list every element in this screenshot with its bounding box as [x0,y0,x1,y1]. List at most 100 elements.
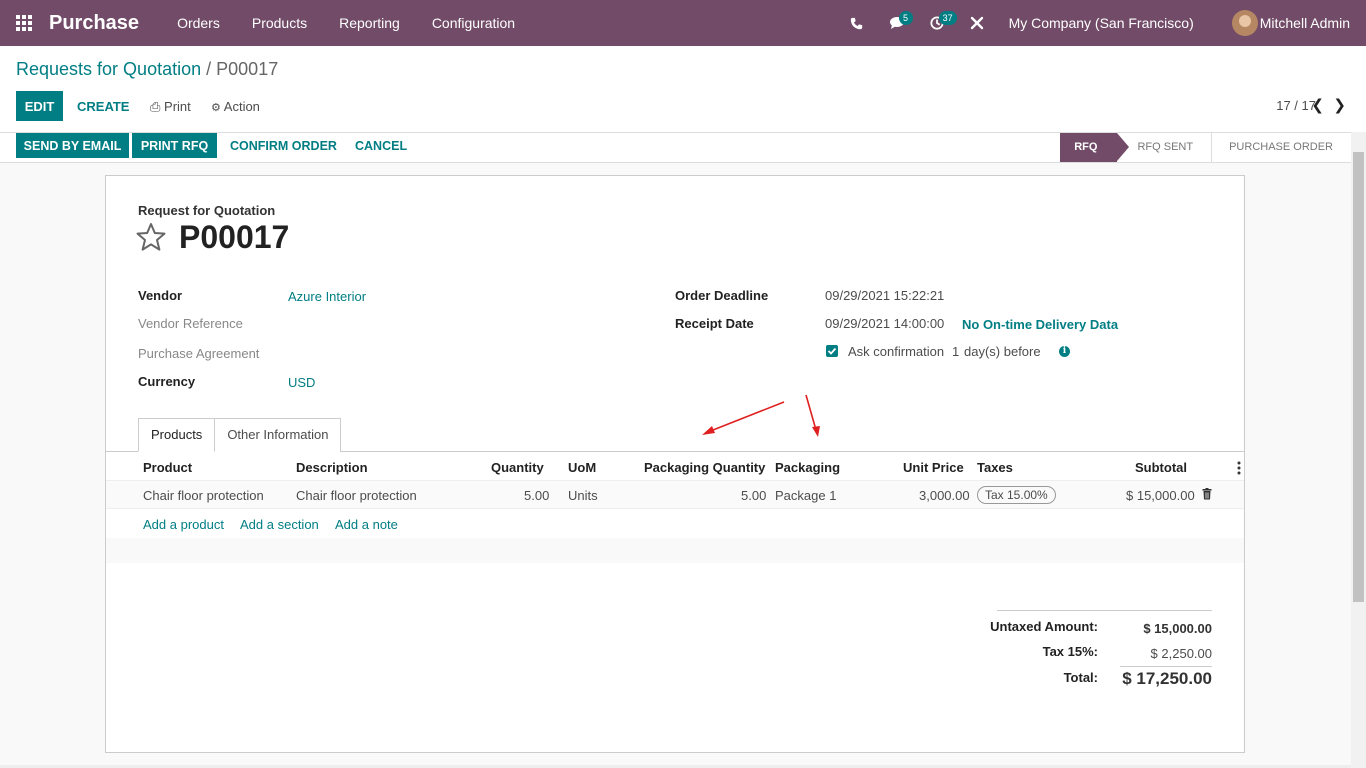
action-label: Action [223,99,260,114]
app-name[interactable]: Purchase [49,12,139,35]
print-icon: ⎙ [150,99,161,114]
document-type-label: Request for Quotation [138,203,276,218]
ask-confirmation-checkbox[interactable] [826,345,838,357]
confirm-order-button[interactable]: CONFIRM ORDER [230,139,337,153]
pager-value[interactable]: 17 / 17 [1276,98,1316,113]
pager-previous-icon[interactable]: ❮ [1311,96,1324,114]
breadcrumb-parent[interactable]: Requests for Quotation [16,59,201,79]
status-bar: SEND BY EMAIL PRINT RFQ CONFIRM ORDER CA… [0,132,1351,163]
company-switcher[interactable]: My Company (San Francisco) [1009,15,1194,31]
cell-packaging-quantity[interactable]: 5.00 [741,488,766,503]
phone-icon[interactable] [837,0,877,46]
col-packaging[interactable]: Packaging [775,460,840,475]
action-dropdown[interactable]: ⚙ Action [211,99,260,114]
col-uom[interactable]: UoM [568,460,596,475]
user-avatar[interactable] [1231,10,1258,36]
breadcrumb: Requests for Quotation / P00017 [16,59,278,80]
total-value: $ 17,250.00 [1122,669,1212,688]
currency-label: Currency [138,374,196,389]
menu-products[interactable]: Products [236,0,323,46]
ontime-delivery-status: No On-time Delivery Data [962,317,1119,332]
optional-columns-icon[interactable] [1237,461,1241,475]
check-icon [827,347,837,355]
top-navbar: Purchase Orders Products Reporting Confi… [0,0,1366,46]
add-product-link[interactable]: Add a product [143,517,224,532]
cell-packaging[interactable]: Package 1 [775,488,836,503]
col-quantity[interactable]: Quantity [491,460,544,475]
col-unit-price[interactable]: Unit Price [903,460,964,475]
totals-top-divider [997,610,1212,611]
form-sheet: Request for Quotation P00017 Vendor Azur… [105,175,1245,753]
print-label: Print [164,99,191,114]
stage-pipeline: RFQ RFQ SENT PURCHASE ORDER [1060,133,1351,162]
cancel-button[interactable]: CANCEL [355,139,407,153]
tax-label: Tax 15%: [1042,644,1098,659]
page-scrollbar[interactable] [1351,132,1366,768]
send-by-email-button[interactable]: SEND BY EMAIL [16,133,129,158]
add-section-link[interactable]: Add a section [240,517,319,532]
menu-configuration[interactable]: Configuration [416,0,531,46]
vendor-field[interactable]: Azure Interior [288,289,366,304]
add-note-link[interactable]: Add a note [335,517,398,532]
cell-quantity[interactable]: 5.00 [524,488,549,503]
cell-description[interactable]: Chair floor protection [296,488,417,503]
totals-divider [1120,666,1212,667]
order-deadline-label: Order Deadline [675,288,769,303]
control-panel: Requests for Quotation / P00017 EDIT CRE… [0,46,1366,132]
debug-tools-icon[interactable] [957,0,997,46]
ask-confirmation-suffix: day(s) before [964,344,1041,359]
favorite-star-icon[interactable] [136,222,166,252]
record-title: P00017 [179,219,290,255]
menu-reporting[interactable]: Reporting [323,0,416,46]
info-icon[interactable]: i [1059,346,1070,357]
stage-purchase-order[interactable]: PURCHASE ORDER [1211,133,1351,162]
col-subtotal[interactable]: Subtotal [1135,460,1187,475]
edit-button[interactable]: EDIT [16,91,63,121]
scrollbar-thumb[interactable] [1353,152,1364,602]
menu-orders[interactable]: Orders [161,0,236,46]
stage-rfq-sent[interactable]: RFQ SENT [1117,133,1211,162]
col-description[interactable]: Description [296,460,368,475]
breadcrumb-separator: / [206,59,212,79]
table-row[interactable] [106,480,1244,509]
col-taxes[interactable]: Taxes [977,460,1013,475]
receipt-date-field[interactable]: 09/29/2021 14:00:00 [825,316,944,331]
ask-confirmation-days[interactable]: 1 [952,344,959,359]
tax-badge[interactable]: Tax 15.00% [977,486,1056,504]
breadcrumb-current: P00017 [216,59,279,79]
col-packaging-quantity[interactable]: Packaging Quantity [644,460,765,475]
create-button[interactable]: CREATE [77,99,129,114]
activities-icon[interactable]: 37 [917,0,957,46]
trash-icon[interactable] [1202,488,1212,500]
order-deadline-field[interactable]: 09/29/2021 15:22:21 [825,288,944,303]
print-dropdown[interactable]: ⎙ Print [150,99,191,115]
ask-confirmation-label: Ask confirmation [848,344,945,359]
tax-value: $ 2,250.00 [1150,646,1212,661]
untaxed-amount-value: $ 15,000.00 [1143,621,1212,636]
purchase-agreement-label: Purchase Agreement [138,346,260,361]
untaxed-amount-label: Untaxed Amount: [990,619,1098,634]
cell-product[interactable]: Chair floor protection [143,488,264,503]
receipt-date-label: Receipt Date [675,316,754,331]
print-rfq-button[interactable]: PRINT RFQ [132,133,217,158]
apps-menu-icon[interactable] [0,0,48,46]
vendor-label: Vendor [138,288,183,303]
pager-next-icon[interactable]: ❯ [1333,96,1346,114]
tab-other-information[interactable]: Other Information [214,418,342,452]
cell-unit-price[interactable]: 3,000.00 [919,488,970,503]
stage-rfq[interactable]: RFQ [1060,133,1130,162]
empty-row [106,538,1244,563]
activities-badge: 37 [938,11,957,25]
cell-uom[interactable]: Units [568,488,598,503]
messages-icon[interactable]: 5 [877,0,917,46]
currency-field[interactable]: USD [288,375,315,390]
vendor-reference-label: Vendor Reference [138,316,243,331]
col-product[interactable]: Product [143,460,192,475]
cell-subtotal: $ 15,000.00 [1126,488,1195,503]
tab-products[interactable]: Products [138,418,216,452]
messages-badge: 5 [898,11,913,25]
user-menu[interactable]: Mitchell Admin [1260,15,1350,31]
annotation-arrows [702,394,820,437]
notebook-tabs: Products Other Information [138,418,342,452]
gear-icon: ⚙ [211,102,221,114]
